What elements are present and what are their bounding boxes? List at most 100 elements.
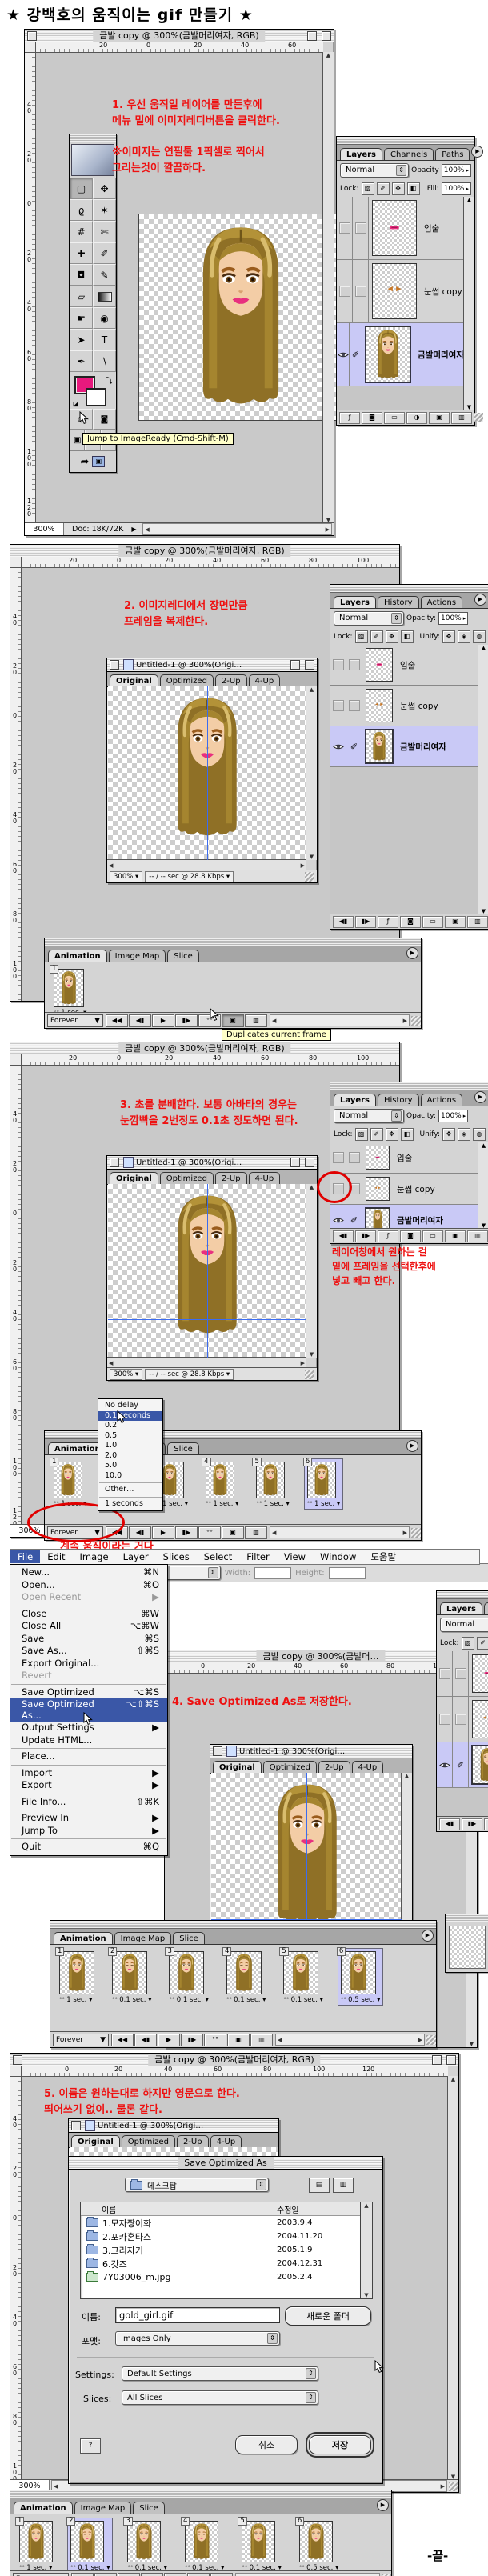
duplicate-frame-button[interactable]: ▣: [227, 2034, 250, 2046]
layer-visibility-toggle[interactable]: [437, 1651, 453, 1696]
tab-2-up[interactable]: 2-Up: [215, 674, 247, 686]
frame-delay-select[interactable]: 1 sec. ▾: [59, 1996, 94, 2004]
next-frame-button[interactable]: ▮▶: [181, 2034, 203, 2046]
loop-select[interactable]: Forever▼: [47, 1014, 103, 1027]
duplicate-frame-button[interactable]: ▣: [222, 1014, 244, 1027]
lock-button-0[interactable]: ▨: [362, 182, 374, 195]
crop-tool[interactable]: #: [70, 221, 93, 242]
animation-palette[interactable]: AnimationImage MapSlice▶1 1 sec. ▾2 0.1 …: [50, 1920, 437, 2048]
menubar-edit[interactable]: Edit: [40, 1550, 72, 1563]
default-colors-icon[interactable]: ◪: [73, 400, 79, 407]
prev-frame-button[interactable]: ◀▮: [134, 2034, 157, 2046]
play-button[interactable]: ▶: [152, 1014, 174, 1027]
tab-animation[interactable]: Animation: [48, 950, 107, 962]
gradient-tool[interactable]: [93, 286, 116, 307]
unify-button-1[interactable]: ◈: [458, 1128, 470, 1141]
next-frame-button[interactable]: ▮▶: [175, 1014, 198, 1027]
tab-layers[interactable]: Layers: [340, 148, 382, 160]
delay-option-0-1-seconds[interactable]: 0.1 seconds: [98, 1411, 162, 1422]
healing-brush-tool[interactable]: ✚: [70, 242, 93, 264]
filename-input[interactable]: gold_girl.gif: [115, 2307, 280, 2323]
menubar-select[interactable]: Select: [197, 1550, 239, 1563]
lock-button-3[interactable]: ◧: [401, 1128, 414, 1141]
delete-layer-button[interactable]: ▥: [451, 412, 472, 424]
animation-frame-2[interactable]: 2 0.1 sec. ▾: [110, 1949, 154, 2005]
tween-button[interactable]: °°: [204, 2034, 226, 2046]
close-box-icon[interactable]: [110, 1158, 119, 1167]
resize-grip[interactable]: [411, 1528, 421, 1538]
tween-button[interactable]: °°: [164, 2573, 186, 2576]
resize-grip[interactable]: [426, 2035, 436, 2045]
clone-stamp-tool[interactable]: ◘: [70, 264, 93, 286]
layer-row-금발머리여자[interactable]: ✐ 금발머리여자: [330, 726, 478, 767]
close-box-icon[interactable]: [13, 2055, 22, 2065]
palette-menu-icon[interactable]: ▶: [406, 1440, 418, 1452]
layer-mask-button[interactable]: ◙: [400, 1230, 421, 1242]
play-button[interactable]: ▶: [158, 2034, 180, 2046]
palette-titlebar[interactable]: [330, 585, 488, 593]
tab-history[interactable]: History: [378, 596, 419, 608]
lock-button-3[interactable]: ◧: [401, 630, 414, 643]
lock-button-1[interactable]: ✐: [370, 1128, 383, 1141]
animation-scrollbar[interactable]: ◀▶: [235, 2573, 380, 2576]
move-tool[interactable]: ✥: [93, 178, 116, 199]
next-frame-button[interactable]: ▮▶: [355, 1230, 376, 1242]
menu-item-open[interactable]: Open...⌘O: [10, 1579, 167, 1592]
lock-button-1[interactable]: ✐: [377, 182, 390, 195]
animation-frame-3[interactable]: 3 0.1 sec. ▾: [125, 2518, 169, 2573]
unify-button-1[interactable]: ◈: [458, 630, 470, 643]
menu-item-preview-in[interactable]: Preview In▶: [10, 1812, 167, 1825]
tab-image-map[interactable]: Image Map: [109, 950, 166, 962]
close-box-icon[interactable]: [213, 1746, 222, 1756]
tab-4-up[interactable]: 4-Up: [210, 2135, 242, 2147]
tab-animation[interactable]: Animation: [14, 2502, 73, 2514]
tab-2-up[interactable]: 2-Up: [215, 1172, 247, 1184]
delay-option-no-delay[interactable]: No delay: [98, 1401, 162, 1411]
tab-original[interactable]: Original: [110, 674, 158, 686]
prev-frame-button[interactable]: ◀▮: [129, 1526, 151, 1539]
delete-frame-button[interactable]: ▥: [210, 2573, 233, 2576]
animation-frame-1[interactable]: 1 1 sec. ▾: [57, 1949, 97, 2005]
zoom-select[interactable]: 300% ▾: [110, 1369, 142, 1380]
play-button[interactable]: ▶: [118, 2573, 140, 2576]
lasso-tool[interactable]: ϱ: [70, 199, 93, 221]
animation-frame-6[interactable]: 6 1 sec. ▾: [305, 1459, 342, 1509]
menu-item-place[interactable]: Place...: [10, 1750, 167, 1763]
path-select-tool[interactable]: ➤: [70, 329, 93, 350]
horizontal-scrollbar[interactable]: ◀▶: [142, 523, 332, 535]
magic-wand-tool[interactable]: ✶: [93, 199, 116, 221]
next-frame-button[interactable]: ▮▶: [141, 2573, 163, 2576]
new-layer-button[interactable]: ▣: [445, 916, 466, 928]
file-row[interactable]: 7Y03006_m.jpg2005.2.4: [81, 2270, 361, 2284]
layers-palette-imageready[interactable]: LayersHistoryActions▶Normal⇕Opacity:100%…: [436, 1590, 488, 1832]
layers-palette-imageready[interactable]: LayersHistoryActions▶Normal⇕Opacity:100%…: [330, 584, 488, 930]
palette-menu-icon[interactable]: ▶: [406, 947, 418, 959]
vertical-scrollbar[interactable]: ▲▼: [306, 1184, 317, 1358]
pen-tool[interactable]: ✒: [70, 350, 93, 372]
layer-group-button[interactable]: ▭: [422, 916, 443, 928]
resize-grip[interactable]: [449, 2482, 458, 2491]
download-time-select[interactable]: -- / -- sec @ 28.8 Kbps ▾: [145, 871, 234, 882]
tab-optimized[interactable]: Optimized: [263, 1761, 317, 1773]
imageready-titlebar[interactable]: Untitled-1 @ 300%(Origi…: [210, 1745, 412, 1758]
menu-item-update-html[interactable]: Update HTML...: [10, 1734, 167, 1747]
next-frame-button[interactable]: ▮▶: [175, 1526, 198, 1539]
frame-delay-select[interactable]: 0.5 sec. ▾: [341, 1996, 380, 2004]
tab-4-up[interactable]: 4-Up: [249, 674, 281, 686]
palette-titlebar[interactable]: [337, 137, 474, 145]
window-titlebar[interactable]: 금발 copy @ 300%(금발머리여자, RGB): [10, 1042, 399, 1055]
tab-original[interactable]: Original: [110, 1172, 158, 1184]
tab-image-map[interactable]: Image Map: [74, 2502, 132, 2514]
delay-option-other[interactable]: Other…: [98, 1485, 162, 1495]
eraser-tool[interactable]: ▱: [70, 286, 93, 307]
duplicate-frame-button[interactable]: ▣: [222, 1526, 244, 1539]
menu-item-save[interactable]: Save⌘S: [10, 1633, 167, 1646]
layer-row-금발머리여자[interactable]: ✐ 금발머리여자: [437, 1742, 488, 1788]
unify-button-2[interactable]: ◍: [473, 630, 486, 643]
imageready-canvas[interactable]: [108, 1184, 306, 1358]
zoom-select[interactable]: 300% ▾: [110, 871, 142, 882]
animation-frame-4[interactable]: 4 0.1 sec. ▾: [182, 2518, 226, 2573]
layer-visibility-toggle[interactable]: [337, 197, 353, 259]
layer-group-button[interactable]: ▭: [384, 412, 405, 424]
tab-slice[interactable]: Slice: [173, 1932, 205, 1944]
